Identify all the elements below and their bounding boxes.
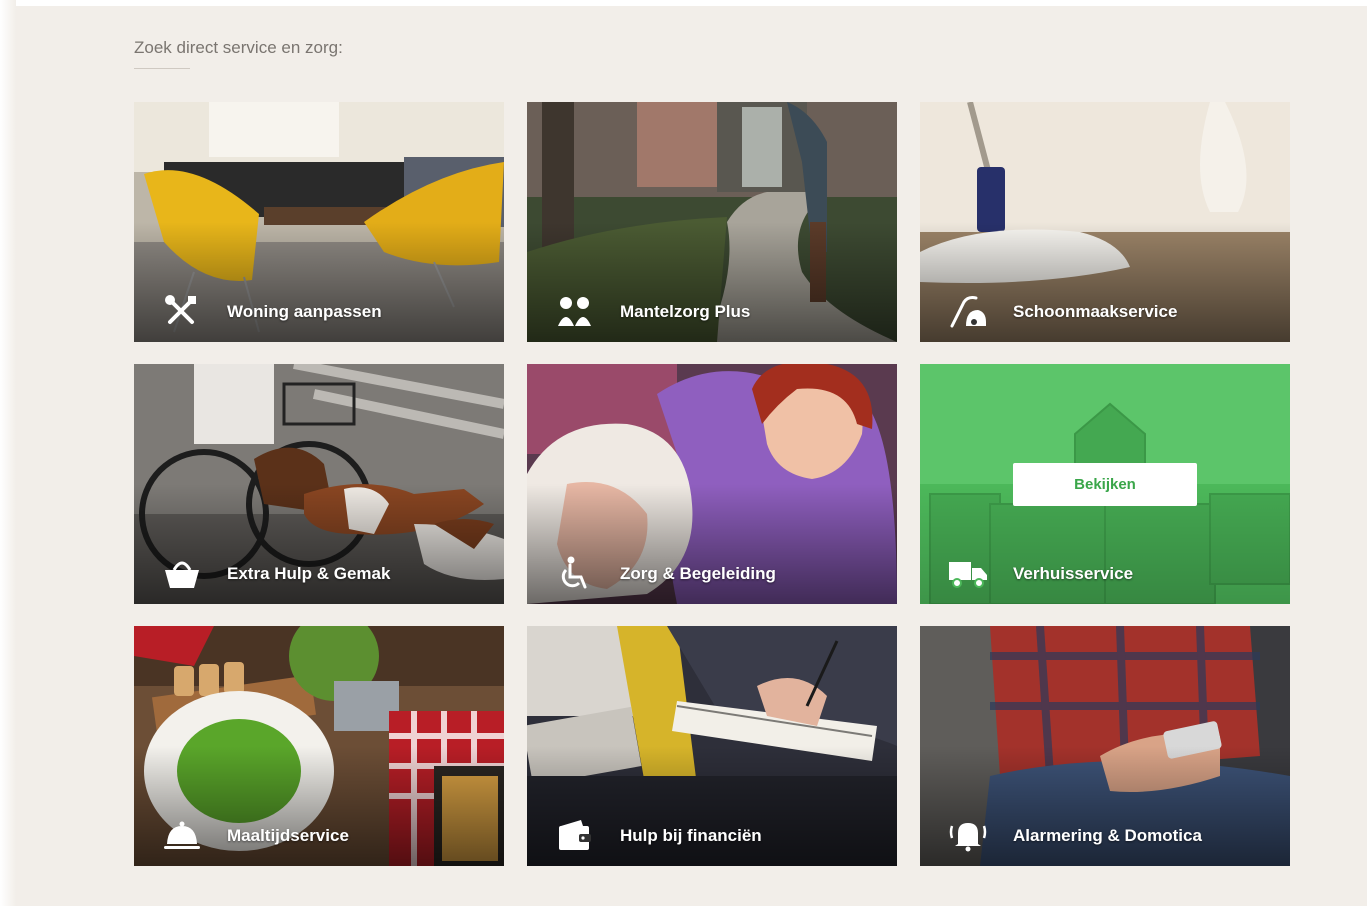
tile-label: Extra Hulp & Gemak [227,564,391,583]
tile-label: Schoonmaakservice [1013,302,1178,321]
bekijken-button[interactable]: Bekijken [1013,463,1197,506]
tile-schoonmaakservice[interactable]: Schoonmaakservice [920,102,1290,342]
food-cloche-icon [164,821,200,849]
service-grid: Woning aanpassen Mantelzorg Plus Schoonm… [134,102,1291,866]
tile-label: Zorg & Begeleiding [620,564,776,583]
heading-underline [134,68,190,69]
vacuum-icon [950,296,986,328]
tile-woning-aanpassen[interactable]: Woning aanpassen [134,102,504,342]
shopping-basket-icon [165,561,199,588]
tile-extra-hulp-gemak[interactable]: Extra Hulp & Gemak [134,364,504,604]
tile-alarmering-domotica[interactable]: Alarmering & Domotica [920,626,1290,866]
tile-label: Alarmering & Domotica [1013,826,1202,845]
tile-label: Woning aanpassen [227,302,382,321]
moving-truck-icon [949,562,987,588]
two-people-icon [558,297,591,326]
tile-hulp-bij-financien[interactable]: Hulp bij financiën [527,626,897,866]
section-heading: Zoek direct service en zorg: [134,38,343,57]
tile-label: Mantelzorg Plus [620,302,751,321]
tile-label: Maaltijdservice [227,826,349,845]
tile-verhuisservice[interactable]: Bekijken Verhuisservice [920,364,1290,604]
tile-label: Hulp bij financiën [620,826,762,845]
tile-maaltijdservice[interactable]: Maaltijdservice [134,626,504,866]
tile-zorg-begeleiding[interactable]: Zorg & Begeleiding [527,364,897,604]
tile-mantelzorg-plus[interactable]: Mantelzorg Plus [527,102,897,342]
tile-label: Verhuisservice [1013,564,1134,583]
tools-icon [165,295,196,324]
left-edge [0,0,16,906]
wheelchair-icon [561,556,587,589]
alarm-bell-icon [949,823,987,852]
wallet-icon [559,820,591,850]
top-strip [0,0,1367,6]
